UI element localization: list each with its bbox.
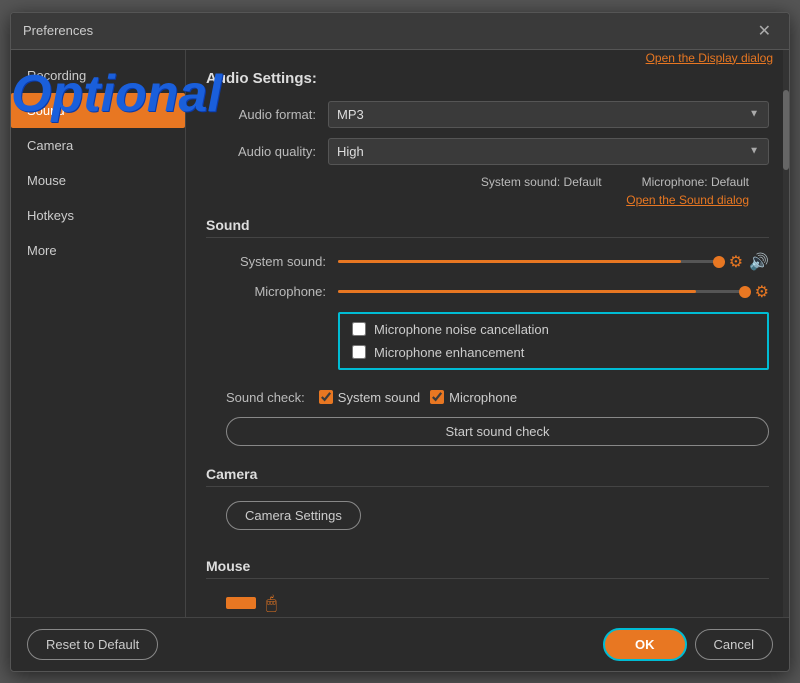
- system-sound-status: System sound: Default: [481, 175, 602, 189]
- reset-button[interactable]: Reset to Default: [27, 629, 158, 660]
- mouse-section-title: Mouse: [206, 558, 769, 579]
- audio-format-label: Audio format:: [206, 107, 316, 122]
- mouse-row: 🖱: [226, 593, 769, 614]
- system-sound-settings-icon[interactable]: ⚙: [729, 252, 743, 272]
- audio-format-select[interactable]: MP3 AAC M4A OGG: [328, 101, 769, 128]
- microphone-checkbox[interactable]: [430, 390, 444, 404]
- microphone-fill: [338, 290, 696, 293]
- microphone-settings-icon[interactable]: ⚙: [755, 282, 769, 302]
- sound-section-title: Sound: [206, 217, 769, 238]
- mouse-slider-fill: [226, 597, 256, 609]
- enhancement-checkbox[interactable]: [352, 345, 366, 359]
- system-sound-fill: [338, 260, 681, 263]
- microphone-slider[interactable]: [338, 290, 745, 293]
- system-sound-thumb[interactable]: [713, 256, 725, 268]
- system-sound-volume-icon[interactable]: 🔊: [749, 252, 769, 272]
- audio-settings-header: Audio Settings:: [206, 70, 769, 87]
- microphone-status: Microphone: Default: [642, 175, 749, 189]
- sidebar-item-more[interactable]: More: [11, 233, 185, 268]
- sound-check-row: Sound check: System sound Microphone: [226, 390, 769, 405]
- sound-check-label: Sound check:: [226, 390, 305, 405]
- sound-dialog-link[interactable]: Open the Sound dialog: [206, 193, 769, 207]
- main-content: Audio Settings: Audio format: MP3 AAC M4…: [186, 50, 789, 617]
- audio-format-row: Audio format: MP3 AAC M4A OGG: [206, 101, 769, 128]
- system-sound-slider-row: System sound: ⚙ 🔊: [206, 252, 769, 272]
- system-sound-check-wrapper: System sound: [319, 390, 420, 405]
- mouse-icon: 🖱: [266, 593, 277, 614]
- noise-cancellation-checkbox[interactable]: [352, 322, 366, 336]
- enhancement-row: Microphone enhancement: [352, 345, 755, 360]
- scrollbar-thumb[interactable]: [783, 90, 789, 170]
- scrollbar-track[interactable]: [783, 50, 789, 617]
- audio-status-row: System sound: Default Microphone: Defaul…: [206, 175, 769, 189]
- audio-quality-row: Audio quality: High Medium Low: [206, 138, 769, 165]
- dialog-title: Preferences: [23, 23, 93, 38]
- audio-quality-label: Audio quality:: [206, 144, 316, 159]
- enhancement-label: Microphone enhancement: [374, 345, 524, 360]
- system-sound-slider[interactable]: [338, 260, 719, 263]
- audio-quality-select-wrapper: High Medium Low: [328, 138, 769, 165]
- microphone-check-label: Microphone: [449, 390, 517, 405]
- microphone-thumb[interactable]: [739, 286, 751, 298]
- title-bar: Preferences ✕: [11, 13, 789, 50]
- microphone-slider-row: Microphone: ⚙: [206, 282, 769, 302]
- sidebar: Recording Sound Camera Mouse Hotkeys Mor…: [11, 50, 186, 617]
- sidebar-item-camera[interactable]: Camera: [11, 128, 185, 163]
- close-button[interactable]: ✕: [752, 19, 777, 43]
- system-sound-icons: ⚙ 🔊: [729, 252, 769, 272]
- microphone-checkbox-group: Microphone noise cancellation Microphone…: [338, 312, 769, 370]
- bottom-bar: Reset to Default OK Cancel: [11, 617, 789, 671]
- bottom-right-buttons: OK Cancel: [603, 628, 773, 661]
- microphone-icons: ⚙: [755, 282, 769, 302]
- microphone-check-wrapper: Microphone: [430, 390, 517, 405]
- sidebar-item-mouse[interactable]: Mouse: [11, 163, 185, 198]
- optional-banner: Optional: [11, 68, 222, 120]
- system-sound-checkbox[interactable]: [319, 390, 333, 404]
- camera-settings-button[interactable]: Camera Settings: [226, 501, 361, 530]
- ok-button[interactable]: OK: [603, 628, 687, 661]
- audio-quality-select[interactable]: High Medium Low: [328, 138, 769, 165]
- optional-text: Optional: [11, 65, 222, 123]
- start-sound-check-button[interactable]: Start sound check: [226, 417, 769, 446]
- sidebar-item-hotkeys[interactable]: Hotkeys: [11, 198, 185, 233]
- noise-cancellation-row: Microphone noise cancellation: [352, 322, 755, 337]
- dialog-body: Recording Sound Camera Mouse Hotkeys Mor…: [11, 50, 789, 617]
- system-sound-slider-label: System sound:: [206, 254, 326, 269]
- microphone-slider-label: Microphone:: [206, 284, 326, 299]
- audio-format-select-wrapper: MP3 AAC M4A OGG: [328, 101, 769, 128]
- noise-cancellation-label: Microphone noise cancellation: [374, 322, 549, 337]
- system-sound-check-label: System sound: [338, 390, 420, 405]
- preferences-dialog: Preferences ✕ Open the Display dialog Op…: [10, 12, 790, 672]
- cancel-button[interactable]: Cancel: [695, 629, 773, 660]
- camera-section-title: Camera: [206, 466, 769, 487]
